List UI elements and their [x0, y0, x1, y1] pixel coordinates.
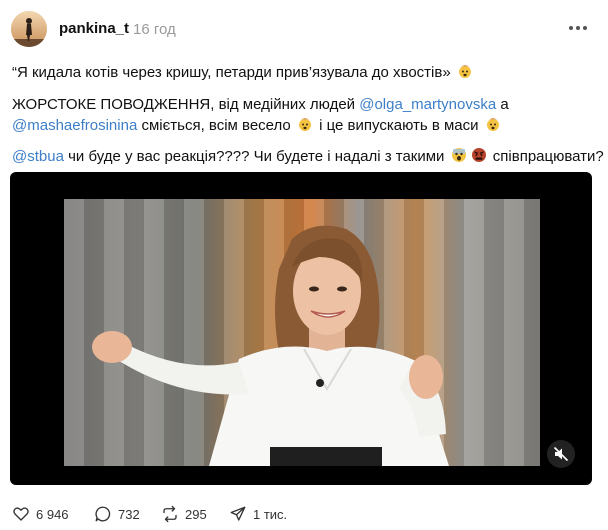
avatar-image — [11, 11, 47, 47]
post-text-line-1: “Я кидала котів через кришу, петарди при… — [12, 63, 475, 83]
send-icon — [230, 506, 246, 521]
mention-link[interactable]: @mashaefrosinina — [12, 117, 137, 134]
post-text: співпрацювати? — [488, 148, 604, 165]
quote-text: “Я кидала котів через кришу, петарди при… — [12, 64, 451, 81]
comment-count: 732 — [118, 506, 140, 522]
thread-post: pankina_t 16 год “Я кидала котів через к… — [0, 0, 608, 530]
like-button[interactable]: 6 946 — [12, 503, 69, 525]
heart-icon — [13, 507, 29, 521]
mute-toggle-button[interactable] — [547, 440, 575, 468]
video-player[interactable] — [10, 172, 592, 485]
post-text-line-4: @stbua чи буде у вас реакція???? Чи буде… — [12, 147, 604, 167]
repost-icon — [163, 505, 177, 523]
scream-emoji — [451, 147, 467, 167]
author-username[interactable]: pankina_t — [59, 20, 129, 37]
speaker-muted-icon — [553, 446, 569, 462]
comment-icon — [95, 506, 111, 522]
exploding-head-emoji — [457, 63, 473, 83]
post-text: сміється, всім весело — [137, 117, 295, 134]
video-frame — [64, 199, 540, 466]
comment-button[interactable]: 732 — [94, 503, 140, 525]
angry-face-emoji — [471, 147, 487, 167]
more-dot-icon — [583, 26, 587, 30]
post-actions-bar: 6 946 732 295 1 тис. — [0, 503, 608, 525]
like-count: 6 946 — [36, 506, 69, 522]
woman-figure-image — [92, 225, 449, 466]
avatar[interactable] — [11, 11, 47, 47]
post-text-line-3: @mashaefrosinina сміється, всім весело і… — [12, 116, 503, 136]
repost-count: 295 — [185, 506, 207, 522]
more-dot-icon — [576, 26, 580, 30]
exploding-head-emoji — [485, 116, 501, 136]
post-text: і це випускають в маси — [314, 117, 483, 134]
mention-link[interactable]: @olga_martynovska — [359, 96, 496, 113]
more-options-button[interactable] — [566, 16, 590, 40]
post-text-line-2: ЖОРСТОКЕ ПОВОДЖЕННЯ, від медійних людей … — [12, 96, 509, 113]
exploding-head-emoji — [297, 116, 313, 136]
post-text: а — [496, 96, 509, 113]
share-count: 1 тис. — [253, 506, 288, 522]
more-dot-icon — [569, 26, 573, 30]
post-text: ЖОРСТОКЕ ПОВОДЖЕННЯ, від медійних людей — [12, 96, 360, 113]
post-timestamp: 16 год — [133, 21, 176, 38]
share-button[interactable]: 1 тис. — [229, 503, 287, 525]
repost-button[interactable]: 295 — [161, 503, 207, 525]
post-text: чи буде у вас реакція???? Чи будете і на… — [63, 148, 449, 165]
mention-link[interactable]: @stbua — [12, 148, 64, 165]
